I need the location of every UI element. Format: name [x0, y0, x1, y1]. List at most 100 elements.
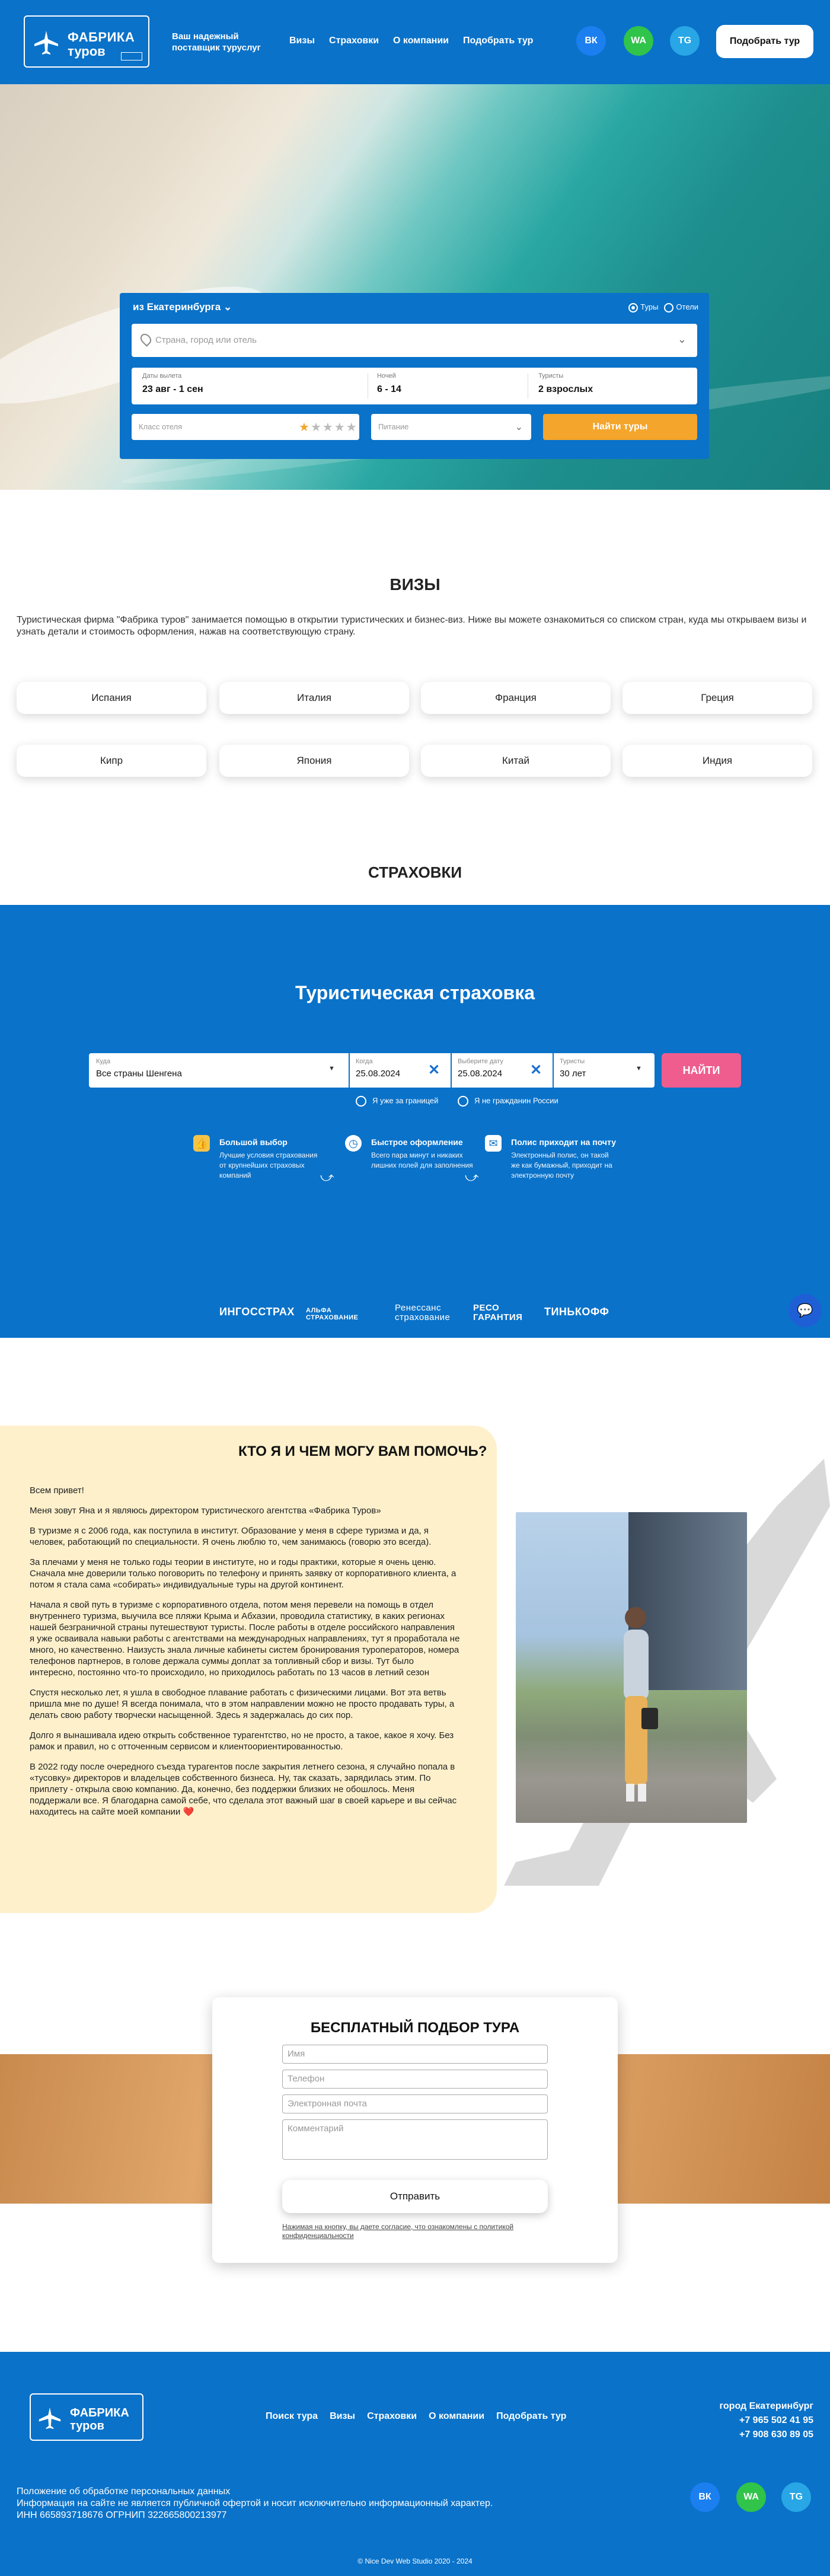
footer-nav-insurance[interactable]: Страховки — [367, 2411, 417, 2422]
logo-text-line2: туров — [70, 2419, 104, 2432]
nav-pick-tour[interactable]: Подобрать тур — [463, 36, 533, 46]
radio-hotels-dot — [664, 302, 674, 313]
hotel-class-field[interactable]: Класс отеля ★★★★★ — [132, 414, 359, 440]
footer-nav-visas[interactable]: Визы — [330, 2411, 355, 2422]
visa-country-india[interactable]: Индия — [622, 745, 812, 777]
brand-renaissance: Ренессанс страхование — [395, 1303, 451, 1322]
submit-button[interactable]: Отправить — [282, 2180, 548, 2213]
footer-contacts: город Екатеринбург +7 965 502 41 95 +7 9… — [719, 2399, 813, 2442]
telegram-icon[interactable]: TG — [670, 26, 700, 56]
curved-arrow-icon: ⤻ — [320, 1169, 334, 1184]
departure-city-select[interactable]: из Екатеринбурга ⌄ — [133, 301, 232, 313]
logo-stripe — [121, 52, 142, 60]
curved-arrow-icon: ⤻ — [465, 1169, 479, 1184]
nights-field[interactable]: Ночей 6 - 14 — [377, 372, 401, 395]
nav-insurance[interactable]: Страховки — [329, 36, 379, 46]
search-type-radios: Туры Отели — [628, 302, 698, 313]
chevron-down-icon: ⌄ — [677, 333, 687, 345]
photo-person — [624, 1607, 658, 1802]
back-value: 25.08.2024 — [458, 1069, 503, 1079]
radio-hotels[interactable]: Отели — [664, 302, 698, 313]
insurance-where-field[interactable]: Куда Все страны Шенгена — [96, 1058, 182, 1079]
whatsapp-icon[interactable]: WA — [624, 26, 653, 56]
name-input[interactable]: Имя — [282, 2045, 548, 2064]
tourists-label: Туристы — [560, 1058, 585, 1065]
destination-input[interactable]: Страна, город или отель ⌄ — [132, 324, 697, 357]
clock-icon: ◷ — [345, 1135, 362, 1152]
clear-icon[interactable]: ✕ — [428, 1061, 440, 1079]
insurance-tourists-field[interactable]: Туристы 30 лет — [560, 1058, 586, 1079]
visa-country-japan[interactable]: Япония — [219, 745, 409, 777]
telegram-icon[interactable]: TG — [781, 2482, 811, 2512]
feature-title: Полис приходит на почту — [511, 1137, 617, 1147]
thumbs-up-icon: 👍 — [193, 1135, 210, 1152]
radio-tours[interactable]: Туры — [628, 302, 658, 313]
visa-country-cyprus[interactable]: Кипр — [17, 745, 206, 777]
insurance-section: Туристическая страховка Куда Все страны … — [0, 905, 830, 1338]
footer-phone-1[interactable]: +7 965 502 41 95 — [719, 2414, 813, 2428]
footer-phone-2[interactable]: +7 908 630 89 05 — [719, 2428, 813, 2442]
nav-about[interactable]: О компании — [393, 36, 449, 46]
tourists-value: 2 взрослых — [538, 384, 593, 394]
pick-tour-button[interactable]: Подобрать тур — [716, 25, 813, 58]
visa-country-greece[interactable]: Греция — [622, 682, 812, 714]
divider — [349, 1053, 350, 1088]
insurance-find-button[interactable]: НАЙТИ — [662, 1053, 741, 1088]
vk-icon[interactable]: ВК — [576, 26, 606, 56]
brand-ingosstrakh: ИНГОССТРАХ — [219, 1306, 295, 1318]
checkbox-not-citizen-label: Я не гражданин России — [474, 1096, 558, 1105]
logo[interactable]: ФАБРИКА туров — [24, 15, 149, 68]
privacy-policy-link[interactable]: Положение об обработке персональных данн… — [17, 2486, 493, 2498]
privacy-note-text[interactable]: Нажимая на кнопку, вы даете согласие, чт… — [282, 2223, 513, 2240]
dates-value: 23 авг - 1 сен — [142, 384, 203, 394]
footer-nav-search[interactable]: Поиск тура — [266, 2411, 318, 2422]
insurance-back-field[interactable]: Выберите дату 25.08.2024 — [458, 1058, 503, 1079]
email-input[interactable]: Электронная почта — [282, 2094, 548, 2113]
checkbox-circle — [458, 1096, 468, 1107]
site-header: ФАБРИКА туров Ваш надежный поставщик тур… — [0, 0, 830, 84]
brand-reso: РЕСО ГАРАНТИЯ — [473, 1303, 523, 1322]
tourists-label: Туристы — [538, 372, 564, 380]
footer-nav-pick-tour[interactable]: Подобрать тур — [496, 2411, 566, 2422]
checkbox-not-citizen[interactable]: Я не гражданин России — [458, 1096, 558, 1107]
visa-country-france[interactable]: Франция — [421, 682, 611, 714]
meal-select[interactable]: Питание ⌄ — [371, 414, 531, 440]
envelope-icon: ✉ — [485, 1135, 502, 1152]
tourists-field[interactable]: Туристы 2 взрослых — [538, 372, 593, 395]
company-ids: ИНН 665893718676 ОГРНИП 322665800213977 — [17, 2510, 227, 2520]
lead-form-title: БЕСПЛАТНЫЙ ПОДБОР ТУРА — [310, 2020, 520, 2036]
brand-tinkoff: ТИНЬКОФФ — [544, 1306, 609, 1318]
when-label: Когда — [356, 1058, 373, 1065]
back-label: Выберите дату — [458, 1058, 503, 1065]
insurance-when-field[interactable]: Когда 25.08.2024 — [356, 1058, 400, 1079]
visa-country-italy[interactable]: Италия — [219, 682, 409, 714]
visa-country-spain[interactable]: Испания — [17, 682, 206, 714]
feature-desc: Лучшие условия страхования от крупнейших… — [219, 1151, 318, 1179]
comment-textarea[interactable]: Комментарий — [282, 2119, 548, 2160]
dates-field[interactable]: Даты вылета 23 авг - 1 сен — [142, 372, 203, 395]
checkbox-abroad[interactable]: Я уже за границей — [356, 1096, 438, 1107]
tagline: Ваш надежный поставщик туруслуг — [172, 31, 261, 53]
feature-title: Большой выбор — [219, 1137, 288, 1147]
clear-icon[interactable]: ✕ — [530, 1061, 542, 1079]
feature-fast: ◷ Быстрое оформление Всего пара минут и … — [345, 1135, 481, 1194]
checkbox-circle — [356, 1096, 366, 1107]
find-tours-button[interactable]: Найти туры — [543, 414, 697, 440]
where-value: Все страны Шенгена — [96, 1069, 182, 1079]
visa-country-china[interactable]: Китай — [421, 745, 611, 777]
star-rating[interactable]: ★★★★★ — [299, 420, 358, 435]
about-paragraph: Начала я свой путь в туризме с корпорати… — [30, 1600, 460, 1678]
footer-nav-about[interactable]: О компании — [429, 2411, 484, 2422]
phone-input[interactable]: Телефон — [282, 2070, 548, 2089]
whatsapp-icon[interactable]: WA — [736, 2482, 766, 2512]
lead-form: БЕСПЛАТНЫЙ ПОДБОР ТУРА Имя Телефон Элект… — [212, 1997, 618, 2263]
footer-city: город Екатеринбург — [719, 2401, 813, 2411]
dropdown-arrow-icon: ▼ — [328, 1065, 335, 1072]
meal-placeholder: Питание — [378, 422, 409, 431]
airplane-icon — [34, 31, 58, 55]
footer-logo[interactable]: ФАБРИКА туров — [30, 2393, 143, 2441]
chat-icon[interactable]: 💬 — [788, 1294, 822, 1327]
nav-visas[interactable]: Визы — [289, 36, 315, 46]
where-label: Куда — [96, 1058, 111, 1065]
vk-icon[interactable]: ВК — [690, 2482, 720, 2512]
